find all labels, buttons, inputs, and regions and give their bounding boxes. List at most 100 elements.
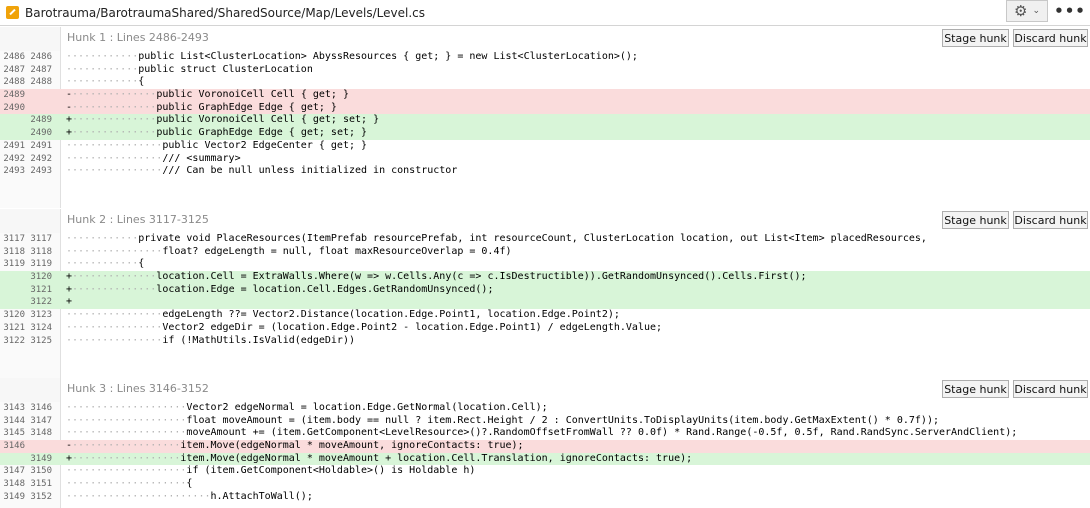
indent-guide: ···················· xyxy=(66,478,187,490)
context-line[interactable]: 3144 3147 ····················float moveAm… xyxy=(0,415,1090,428)
indent-guide: ················ xyxy=(66,152,163,164)
stage-hunk-button[interactable]: Stage hunk xyxy=(942,211,1009,229)
hunk-header: Hunk 3 : Lines 3146-3152 Stage hunk Discar… xyxy=(0,378,1090,402)
old-line-number: 2486 xyxy=(3,52,25,62)
code-text: ····················float moveAmount = (… xyxy=(66,415,939,428)
old-line-number: 3122 xyxy=(3,335,25,346)
context-line[interactable]: 3117 3117 ············private void PlaceRe… xyxy=(0,233,1090,246)
indent-guide: ···················· xyxy=(66,427,187,439)
indent-guide: ············ xyxy=(66,76,139,88)
context-line[interactable]: 2493 2493 ················/// Can be null … xyxy=(0,165,1090,178)
stage-hunk-button[interactable]: Stage hunk xyxy=(942,29,1009,47)
context-line[interactable]: 3121 3124 ················Vector2 edgeDir … xyxy=(0,322,1090,335)
removed-line[interactable]: 3146 -··················item.Move(edgeNor… xyxy=(0,440,1090,453)
indent-guide: ·············· xyxy=(72,283,157,295)
context-line[interactable]: 3122 3125 ················if (!MathUtils.I… xyxy=(0,335,1090,348)
old-line-number: 3144 xyxy=(3,415,25,426)
diff-marker: + xyxy=(66,296,73,308)
hunk-title: Hunk 3 : Lines 3146-3152 xyxy=(67,382,209,395)
removed-line[interactable]: 2489 -··············public VoronoiCell Ce… xyxy=(0,89,1090,102)
old-line-number: 3143 xyxy=(3,403,25,413)
context-line[interactable]: 3119 3119 ············{ xyxy=(0,258,1090,271)
code-content: location.Cell = ExtraWalls.Where(w => w.… xyxy=(156,271,807,283)
indent-guide: ························ xyxy=(66,490,211,502)
code-content: item.Move(edgeNormal * moveAmount, ignor… xyxy=(180,440,524,452)
added-line[interactable]: 2490 +··············public GraphEdge Edge… xyxy=(0,127,1090,140)
new-line-number: 3146 xyxy=(30,403,52,413)
code-text: ················/// <summary> xyxy=(66,153,241,166)
code-content: float moveAmount = (item.body == null ? … xyxy=(186,414,939,426)
context-line[interactable]: 3149 3152 ························h.Attach… xyxy=(0,491,1090,504)
hunk: Hunk 2 : Lines 3117-3125 Stage hunk Discar… xyxy=(0,209,1090,390)
file-path: Barotrauma/BarotraumaShared/SharedSource… xyxy=(25,5,425,20)
added-line[interactable]: 3149 +··················item.Move(edgeNor… xyxy=(0,452,1090,466)
code-text: +··············public GraphEdge Edge { g… xyxy=(66,127,367,140)
code-text: ················public Vector2 EdgeCente… xyxy=(66,140,367,153)
indent-guide: ·············· xyxy=(72,114,157,126)
code-content: { xyxy=(138,258,145,270)
new-line-number: 2488 xyxy=(30,77,52,88)
indent-guide: ············ xyxy=(66,63,139,75)
context-line[interactable]: 2488 2488 ············{ xyxy=(0,76,1090,89)
chevron-down-icon: ⌄ xyxy=(1032,6,1040,16)
code-text: ························h.AttachToWall()… xyxy=(66,491,313,504)
new-line-number: 2489 xyxy=(30,115,52,126)
code-text: +··············public VoronoiCell Cell {… xyxy=(66,114,379,127)
added-line[interactable]: 2489 +··············public VoronoiCell Ce… xyxy=(0,114,1090,128)
context-line[interactable]: 3145 3148 ····················moveAmount +… xyxy=(0,427,1090,440)
code-text: ············{ xyxy=(66,76,144,89)
code-content: public VoronoiCell Cell { get; } xyxy=(156,89,349,101)
context-line[interactable]: 3148 3151 ····················{ xyxy=(0,478,1090,491)
stage-hunk-button[interactable]: Stage hunk xyxy=(942,380,1009,398)
new-line-number: 2492 xyxy=(30,153,52,164)
old-line-number: 3121 xyxy=(3,322,25,333)
code-text: ····················moveAmount += (item.… xyxy=(66,427,1017,440)
context-line[interactable]: 2486 2486 ············public List<ClusterL… xyxy=(0,51,1090,64)
added-line[interactable]: 3122 + xyxy=(0,296,1090,310)
code-text: ············public struct ClusterLocatio… xyxy=(66,64,313,77)
code-text: ················float? edgeLength = null… xyxy=(66,246,512,259)
code-text: ····················Vector2 edgeNormal =… xyxy=(66,402,548,415)
code-text: +··················item.Move(edgeNormal … xyxy=(66,453,692,466)
code-text: ············{ xyxy=(66,258,144,271)
gear-icon: ⚙ xyxy=(1014,2,1028,20)
context-line[interactable]: 2487 2487 ············public struct Cluste… xyxy=(0,64,1090,77)
settings-dropdown-button[interactable]: ⚙ ⌄ xyxy=(1006,0,1048,22)
discard-hunk-button[interactable]: Discard hunk xyxy=(1013,380,1088,398)
indent-guide: ···················· xyxy=(66,465,187,477)
context-line[interactable]: 2492 2492 ················/// <summary> xyxy=(0,153,1090,166)
code-text: ················/// Can be null unless i… xyxy=(66,165,457,178)
code-text: ····················{ xyxy=(66,478,192,491)
old-line-number: 3145 xyxy=(3,428,25,439)
context-line[interactable]: 2491 2491 ················public Vector2 E… xyxy=(0,140,1090,153)
new-line-number: 3151 xyxy=(30,479,52,490)
new-line-number: 3124 xyxy=(30,322,52,333)
indent-guide: ················ xyxy=(66,165,163,177)
code-text: +··············location.Edge = location.… xyxy=(66,284,493,297)
context-line[interactable]: 3143 3146 ····················Vector2 edge… xyxy=(0,402,1090,415)
code-content: { xyxy=(186,478,193,490)
context-line[interactable]: 3118 3118 ················float? edgeLengt… xyxy=(0,246,1090,259)
new-line-number: 2491 xyxy=(30,140,52,151)
code-text: ····················if (item.GetComponen… xyxy=(66,465,475,478)
context-line[interactable]: 3120 3123 ················edgeLength ??= V… xyxy=(0,309,1090,322)
context-line[interactable]: 3147 3150 ····················if (item.Get… xyxy=(0,465,1090,478)
indent-guide: ·············· xyxy=(72,271,157,283)
code-content: private void PlaceResources(ItemPrefab r… xyxy=(138,233,927,244)
more-options-icon[interactable]: ••• xyxy=(1054,0,1085,22)
code-text: +··············location.Cell = ExtraWall… xyxy=(66,271,807,284)
code-text: ············private void PlaceResources(… xyxy=(66,233,927,246)
gutter xyxy=(0,378,61,402)
indent-guide: ·············· xyxy=(72,89,157,101)
added-line[interactable]: 3120 +··············location.Cell = Extra… xyxy=(0,271,1090,284)
hunk-header: Hunk 1 : Lines 2486-2493 Stage hunk Discar… xyxy=(0,27,1090,51)
removed-line[interactable]: 2490 -··············public GraphEdge Edge… xyxy=(0,101,1090,115)
old-line-number: 2489 xyxy=(3,90,25,101)
discard-hunk-button[interactable]: Discard hunk xyxy=(1013,29,1088,47)
indent-guide: ················ xyxy=(66,334,163,346)
added-line[interactable]: 3121 +··············location.Edge = locat… xyxy=(0,283,1090,297)
new-line-number: 3118 xyxy=(30,246,52,257)
old-line-number: 2487 xyxy=(3,64,25,75)
discard-hunk-button[interactable]: Discard hunk xyxy=(1013,211,1088,229)
hunk: Hunk 3 : Lines 3146-3152 Stage hunk Discar… xyxy=(0,378,1090,508)
